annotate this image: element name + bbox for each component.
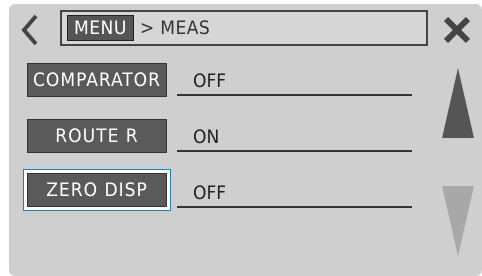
breadcrumb: MENU > MEAS xyxy=(60,10,428,46)
route-r-button[interactable]: ROUTE R xyxy=(27,119,167,153)
route-r-value: ON xyxy=(177,122,412,152)
menu-breadcrumb-button[interactable]: MENU xyxy=(67,15,134,41)
scroll-up-icon[interactable] xyxy=(440,66,476,140)
zero-disp-button[interactable]: ZERO DISP xyxy=(24,170,170,210)
zero-disp-value: OFF xyxy=(177,178,412,208)
comparator-button[interactable]: COMPARATOR xyxy=(27,63,167,97)
back-chevron-icon[interactable] xyxy=(18,12,42,48)
breadcrumb-current: MEAS xyxy=(160,17,211,39)
scroll-down-icon[interactable] xyxy=(440,184,476,258)
comparator-value: OFF xyxy=(177,66,412,96)
close-icon[interactable] xyxy=(441,14,473,46)
breadcrumb-separator: > xyxy=(139,17,155,39)
